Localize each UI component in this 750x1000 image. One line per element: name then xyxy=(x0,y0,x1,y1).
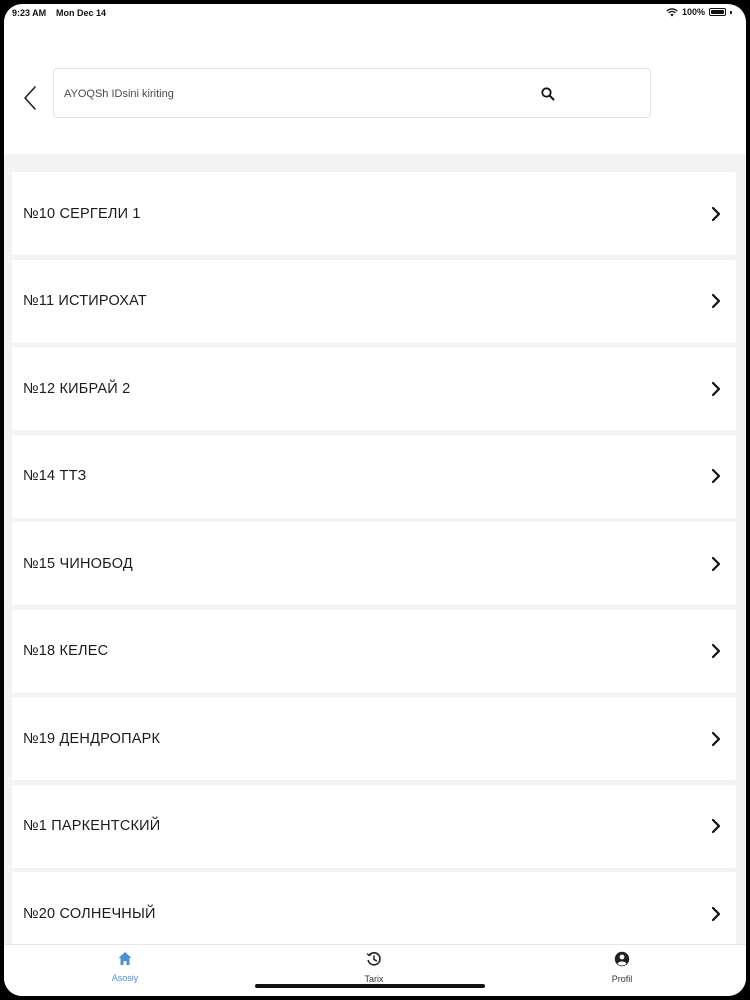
chevron-right-icon xyxy=(711,293,721,309)
history-icon xyxy=(366,952,381,966)
home-indicator xyxy=(255,984,485,988)
station-list: №10 СЕРГЕЛИ 1 №11 ИСТИРОХАТ №12 КИБРАЙ 2… xyxy=(4,154,746,944)
list-item-label: №11 ИСТИРОХАТ xyxy=(23,293,147,309)
list-item-label: №14 ТТЗ xyxy=(23,468,87,484)
battery-percent: 100% xyxy=(681,7,705,17)
status-bar: 9:23 AM Mon Dec 14 100% xyxy=(4,4,746,24)
list-item-label: №1 ПАРКЕНТСКИЙ xyxy=(23,818,161,834)
chevron-right-icon xyxy=(711,206,721,221)
chevron-right-icon xyxy=(711,468,721,484)
list-item[interactable]: №15 ЧИНОБОД xyxy=(12,522,736,605)
status-date: Mon Dec 14 xyxy=(56,8,107,18)
tab-profil[interactable]: Profil xyxy=(582,951,662,984)
wifi-icon xyxy=(666,7,678,16)
tab-tarix[interactable]: Tarix xyxy=(334,951,414,984)
profile-icon xyxy=(614,951,630,967)
tab-label: Asosiy xyxy=(111,973,139,983)
list-item[interactable]: №19 ДЕНДРОПАРК xyxy=(12,697,736,780)
chevron-right-icon xyxy=(711,906,721,921)
tab-label: Profil xyxy=(611,974,633,984)
search-box[interactable] xyxy=(53,68,651,118)
chevron-right-icon xyxy=(711,818,721,834)
status-right: 100% xyxy=(666,7,732,17)
list-item-label: №10 СЕРГЕЛИ 1 xyxy=(23,205,141,222)
chevron-right-icon xyxy=(711,381,721,396)
list-item-label: №15 ЧИНОБОД xyxy=(23,555,133,572)
search-input[interactable] xyxy=(64,83,504,105)
list-item-label: №18 КЕЛЕС xyxy=(23,643,109,659)
list-item-label: №19 ДЕНДРОПАРК xyxy=(23,730,161,747)
home-icon xyxy=(118,952,132,965)
list-item[interactable]: №18 КЕЛЕС xyxy=(12,609,736,693)
battery-fill xyxy=(711,10,724,14)
list-item[interactable]: №11 ИСТИРОХАТ xyxy=(12,259,736,343)
tab-label: Tarix xyxy=(364,974,384,984)
chevron-right-icon xyxy=(711,731,721,746)
battery-icon xyxy=(709,8,726,16)
back-button[interactable] xyxy=(16,78,44,118)
status-time: 9:23 AM xyxy=(12,8,47,18)
battery-cap xyxy=(730,10,732,14)
tab-asosiy[interactable]: Asosiy xyxy=(85,951,165,983)
list-item[interactable]: №12 КИБРАЙ 2 xyxy=(12,347,736,430)
chevron-right-icon xyxy=(711,556,721,571)
header xyxy=(4,24,746,154)
list-item-label: №20 СОЛНЕЧНЫЙ xyxy=(23,905,156,922)
chevron-right-icon xyxy=(711,643,721,659)
list-item[interactable]: №10 СЕРГЕЛИ 1 xyxy=(12,172,736,255)
list-item[interactable]: №20 СОЛНЕЧНЫЙ xyxy=(12,872,736,944)
chevron-left-icon xyxy=(24,86,36,110)
list-item[interactable]: №14 ТТЗ xyxy=(12,434,736,518)
tab-bar: Asosiy Tarix Profil xyxy=(4,944,746,996)
list-item[interactable]: №1 ПАРКЕНТСКИЙ xyxy=(12,784,736,868)
list-item-label: №12 КИБРАЙ 2 xyxy=(23,380,131,397)
search-icon[interactable] xyxy=(540,86,556,102)
app-screen: 9:23 AM Mon Dec 14 100% AYOQSh IDsini ki… xyxy=(4,4,746,996)
